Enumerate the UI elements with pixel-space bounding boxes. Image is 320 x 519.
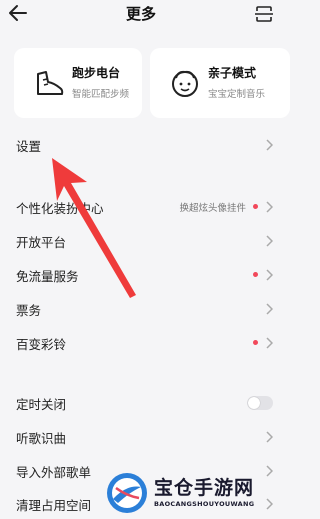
watermark-logo-icon xyxy=(107,473,147,513)
kids-mode-card[interactable]: 亲子模式 宝宝定制音乐 xyxy=(150,48,290,118)
red-dot-badge xyxy=(253,340,258,345)
running-radio-card[interactable]: 跑步电台 智能匹配步频 xyxy=(14,48,142,118)
menu-label: 清理占用空间 xyxy=(16,498,92,513)
menu-item-settings[interactable]: 设置 xyxy=(0,130,282,160)
chevron-right-icon xyxy=(266,431,273,443)
menu-label: 听歌识曲 xyxy=(16,431,67,446)
menu-label: 个性化装扮中心 xyxy=(16,201,104,216)
menu-label: 定时关闭 xyxy=(16,397,67,412)
watermark-subtitle: BAOCANGSHOUYOUWANG xyxy=(154,500,255,508)
scan-icon[interactable] xyxy=(254,4,274,24)
menu-label: 百变彩铃 xyxy=(16,337,67,352)
chevron-right-icon xyxy=(266,269,273,281)
chevron-right-icon xyxy=(266,139,273,151)
menu-item-ringtone[interactable]: 百变彩铃 xyxy=(0,328,282,358)
menu-label: 导入外部歌单 xyxy=(16,465,92,480)
menu-item-open-platform[interactable]: 开放平台 xyxy=(0,226,282,256)
running-radio-title: 跑步电台 xyxy=(72,66,121,80)
chevron-right-icon xyxy=(266,201,273,213)
menu-item-tickets[interactable]: 票务 xyxy=(0,294,282,324)
toggle-knob xyxy=(248,397,260,409)
red-dot-badge xyxy=(253,204,258,209)
page-title: 更多 xyxy=(125,5,156,23)
chevron-right-icon xyxy=(266,337,273,349)
running-radio-subtitle: 智能匹配步频 xyxy=(72,89,130,100)
menu-item-personalize[interactable]: 个性化装扮中心 换超炫头像挂件 xyxy=(0,192,282,222)
menu-label: 开放平台 xyxy=(16,235,67,250)
kids-mode-subtitle: 宝宝定制音乐 xyxy=(208,89,266,100)
menu-label: 免流量服务 xyxy=(16,269,79,284)
red-dot-badge xyxy=(253,272,258,277)
top-bar: 更多 xyxy=(0,0,282,28)
watermark-title: 宝仓手游网 xyxy=(154,477,255,499)
menu-extra-text: 换超炫头像挂件 xyxy=(179,203,246,214)
chevron-right-icon xyxy=(266,235,273,247)
menu-label: 票务 xyxy=(16,303,42,318)
chevron-right-icon xyxy=(266,303,273,315)
menu-label: 设置 xyxy=(16,139,42,154)
kids-mode-title: 亲子模式 xyxy=(208,66,257,80)
menu-item-song-recognition[interactable]: 听歌识曲 xyxy=(0,422,282,452)
watermark: 宝仓手游网 BAOCANGSHOUYOUWANG xyxy=(96,468,282,516)
running-shoe-icon xyxy=(37,71,64,95)
menu-item-sleep-timer[interactable]: 定时关闭 xyxy=(0,388,282,418)
sleep-timer-toggle[interactable] xyxy=(247,396,273,410)
child-face-icon xyxy=(172,70,198,97)
menu-item-free-data[interactable]: 免流量服务 xyxy=(0,260,282,290)
